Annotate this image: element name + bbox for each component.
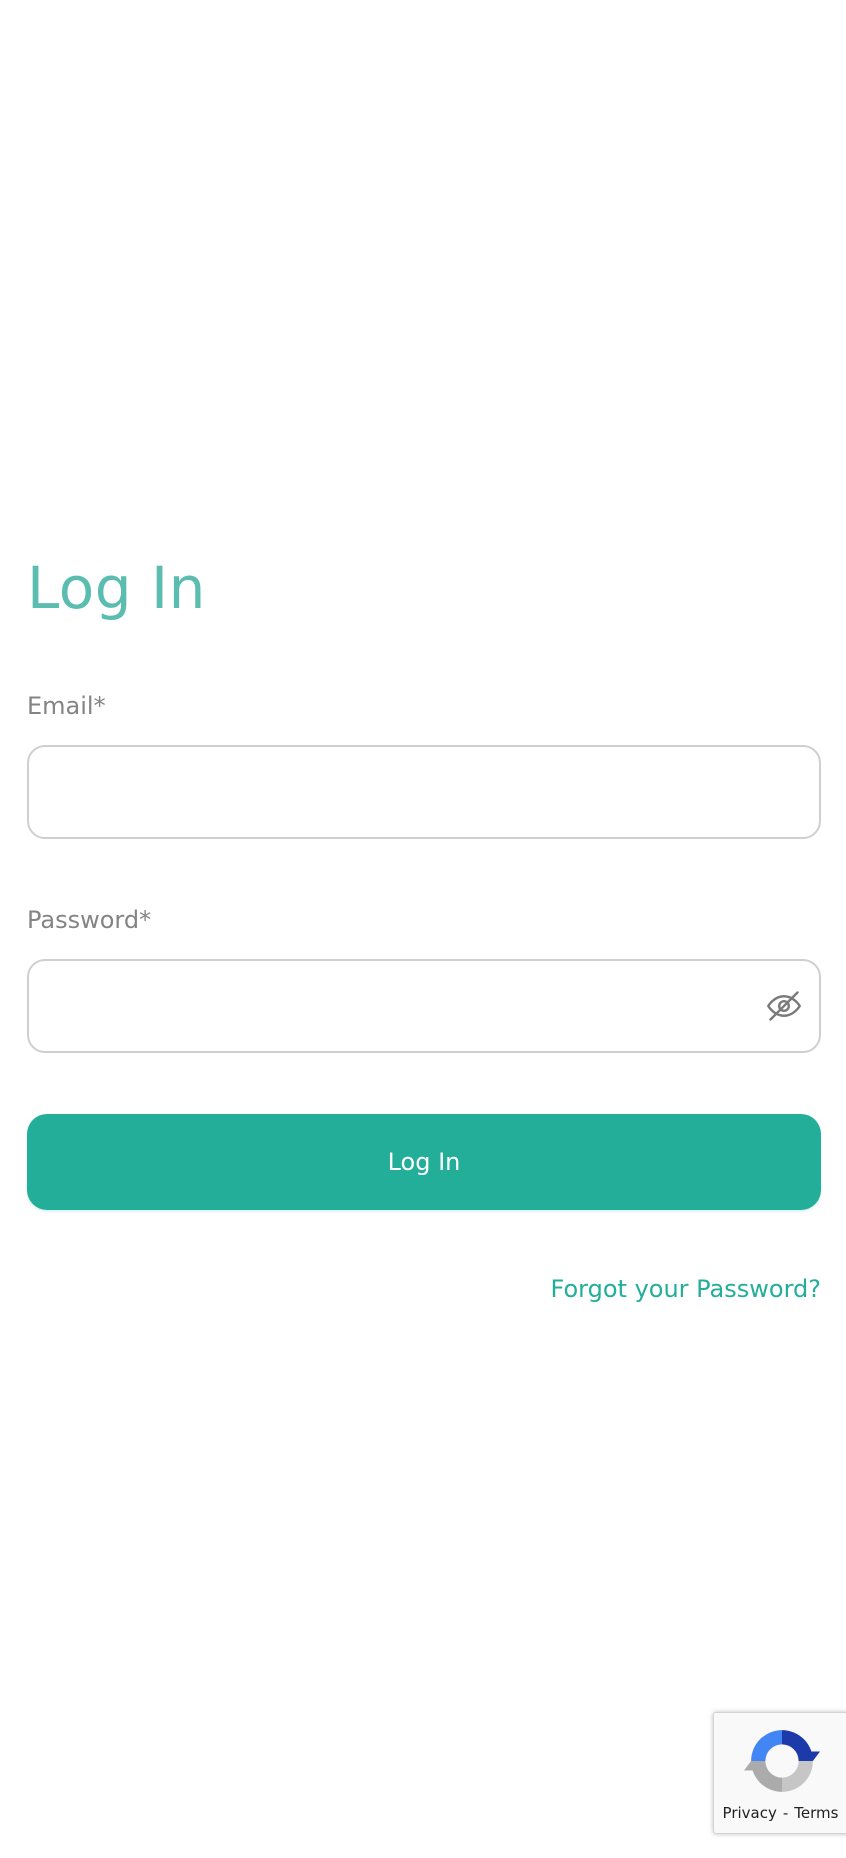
recaptcha-separator: -	[782, 1804, 789, 1822]
forgot-password-link[interactable]: Forgot your Password?	[551, 1272, 821, 1306]
login-button[interactable]: Log In	[27, 1114, 821, 1210]
recaptcha-privacy-link[interactable]: Privacy	[723, 1804, 777, 1822]
email-label: Email*	[27, 692, 106, 720]
email-field[interactable]	[27, 745, 821, 839]
recaptcha-terms-link[interactable]: Terms	[794, 1804, 838, 1822]
password-field[interactable]	[27, 959, 821, 1053]
page-title: Log In	[27, 554, 206, 622]
recaptcha-links: Privacy - Terms	[714, 1803, 846, 1823]
toggle-password-visibility-button[interactable]	[764, 986, 804, 1026]
eye-slash-icon	[767, 991, 801, 1021]
recaptcha-logo-icon	[744, 1730, 820, 1792]
recaptcha-badge: Privacy - Terms	[713, 1712, 846, 1834]
password-label: Password*	[27, 906, 152, 934]
